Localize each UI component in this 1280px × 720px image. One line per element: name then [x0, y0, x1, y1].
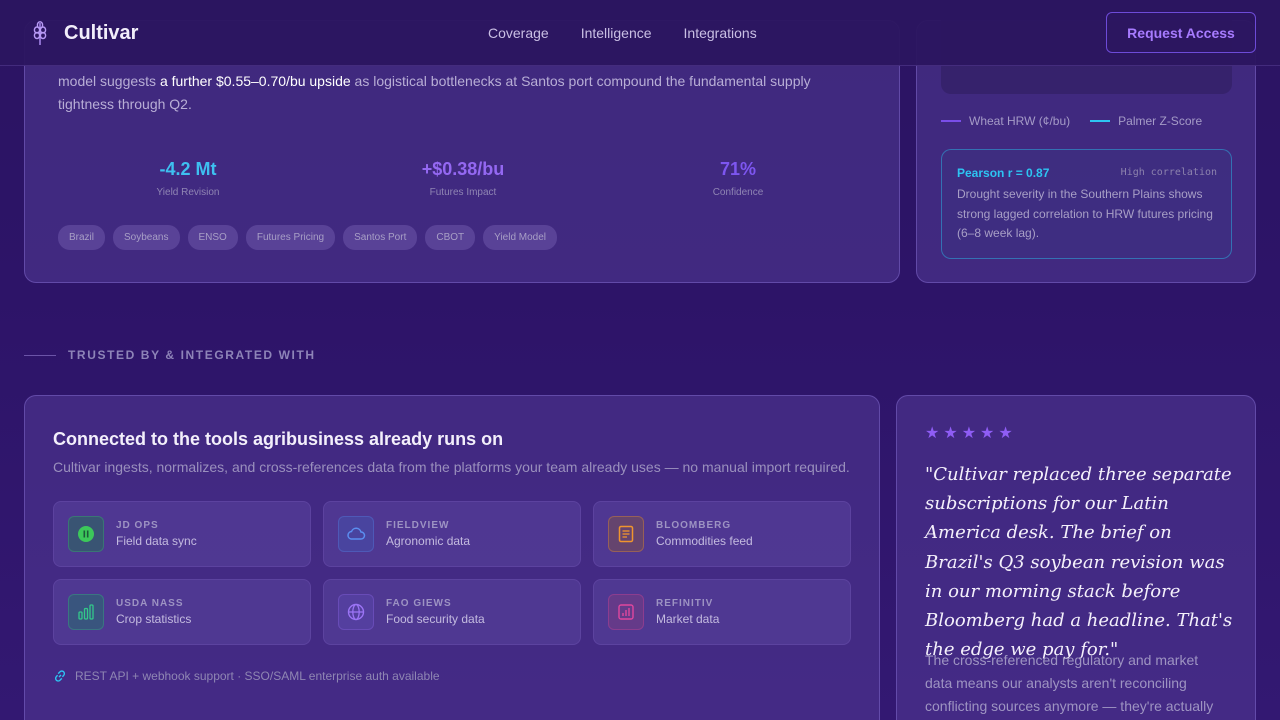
testimonial-body: The cross-referenced regulatory and mark…	[925, 652, 1214, 714]
integrations-footer: REST API + webhook support · SSO/SAML en…	[53, 669, 440, 683]
tag-cbot[interactable]: CBOT	[425, 225, 476, 250]
integration-name: USDA NASS	[116, 598, 184, 609]
request-access-button[interactable]: Request Access	[1106, 12, 1256, 53]
integration-desc: Field data sync	[116, 534, 197, 548]
star-icon: ★	[943, 425, 958, 442]
bar-chart-icon	[68, 594, 104, 630]
stat-futures-impact: +$0.38/bu Futures Impact	[333, 159, 593, 198]
integrations-title: Connected to the tools agribusiness alre…	[53, 429, 504, 449]
correlation-badge: High correlation	[1120, 167, 1217, 178]
legend-swatch	[941, 120, 961, 122]
stat-label: Futures Impact	[429, 187, 497, 198]
integrations-grid: JD OPS Field data sync FIELDVIEW Agronom…	[53, 501, 853, 646]
star-icon: ★	[980, 425, 995, 442]
star-icon: ★	[998, 425, 1013, 442]
integration-desc: Commodities feed	[656, 534, 753, 548]
star-rating: ★ ★ ★ ★ ★	[925, 423, 1013, 443]
trusted-section-header: TRUSTED BY & INTEGRATED WITH	[24, 348, 316, 362]
integration-name: JD OPS	[116, 520, 159, 531]
stat-value: -4.2 Mt	[159, 159, 217, 179]
stat-label: Confidence	[712, 187, 764, 198]
brand-name: Cultivar	[64, 21, 139, 44]
integration-fao-giews[interactable]: FAO GIEWS Food security data	[323, 579, 581, 645]
tag-futures-pricing[interactable]: Futures Pricing	[245, 225, 336, 250]
integration-name: REFINITIV	[656, 598, 714, 609]
nav-links: Coverage Intelligence Integrations	[488, 25, 757, 41]
stat-value: +$0.38/bu	[421, 159, 505, 179]
globe-icon	[338, 594, 374, 630]
nav-link-intelligence[interactable]: Intelligence	[581, 25, 652, 41]
integration-fieldview[interactable]: FIELDVIEW Agronomic data	[323, 501, 581, 567]
legend-label: Wheat HRW (¢/bu)	[969, 114, 1071, 128]
integration-bloomberg[interactable]: BLOOMBERG Commodities feed	[593, 501, 851, 567]
tag-enso[interactable]: ENSO	[187, 225, 238, 250]
terminal-icon	[608, 516, 644, 552]
brief-text: model suggests a further $0.55–0.70/bu u…	[58, 70, 838, 116]
link-icon	[55, 670, 65, 682]
integration-name: BLOOMBERG	[656, 520, 732, 531]
divider	[24, 354, 56, 356]
integration-jd-ops[interactable]: JD OPS Field data sync	[53, 501, 311, 567]
brief-text-before: model suggests	[58, 73, 160, 89]
legend-item-palmer: Palmer Z-Score	[1090, 114, 1202, 128]
integration-name: FAO GIEWS	[386, 598, 452, 609]
legend-item-wheat: Wheat HRW (¢/bu)	[941, 114, 1070, 128]
testimonial-quote: "Cultivar replaced three separate subscr…	[925, 464, 1233, 661]
legend-swatch	[1090, 120, 1111, 122]
brief-stats: -4.2 Mt Yield Revision +$0.38/bu Futures…	[58, 159, 878, 203]
star-icon: ★	[925, 425, 940, 442]
stat-yield-revision: -4.2 Mt Yield Revision	[58, 159, 318, 198]
cloud-icon	[338, 516, 374, 552]
brief-tags: Brazil Soybeans ENSO Futures Pricing San…	[58, 225, 558, 250]
integration-usda-nass[interactable]: USDA NASS Crop statistics	[53, 579, 311, 645]
integration-refinitiv[interactable]: REFINITIV Market data	[593, 579, 851, 645]
nav-link-coverage[interactable]: Coverage	[488, 25, 549, 41]
nav-link-integrations[interactable]: Integrations	[684, 25, 757, 41]
stat-label: Yield Revision	[156, 187, 220, 198]
correlation-body: Drought severity in the Southern Plains …	[957, 187, 1213, 240]
star-icon: ★	[961, 425, 977, 442]
integration-desc: Market data	[656, 612, 720, 626]
legend-label: Palmer Z-Score	[1118, 114, 1203, 128]
stat-confidence: 71% Confidence	[608, 159, 868, 198]
integrations-footer-text: REST API + webhook support · SSO/SAML en…	[75, 669, 440, 683]
correlation-title: Pearson r = 0.87	[957, 166, 1050, 180]
tag-soybeans[interactable]: Soybeans	[113, 225, 180, 250]
stat-value: 71%	[719, 159, 757, 179]
wheat-logo-icon	[33, 21, 47, 45]
tag-yield-model[interactable]: Yield Model	[483, 225, 558, 250]
tag-santos-port[interactable]: Santos Port	[343, 225, 418, 250]
trusted-label: TRUSTED BY & INTEGRATED WITH	[68, 348, 316, 362]
integration-desc: Crop statistics	[116, 612, 192, 626]
brief-text-highlight: a further $0.55–0.70/bu upside	[159, 73, 351, 89]
tag-brazil[interactable]: Brazil	[58, 225, 106, 250]
integrations-card: Connected to the tools agribusiness alre…	[24, 395, 880, 720]
integration-desc: Agronomic data	[386, 534, 471, 548]
brand[interactable]: Cultivar	[30, 20, 138, 46]
chart-legend: Wheat HRW (¢/bu) Palmer Z-Score	[941, 114, 1202, 128]
integration-desc: Food security data	[386, 612, 485, 626]
integration-name: FIELDVIEW	[386, 520, 450, 531]
market-chart-icon	[608, 594, 644, 630]
correlation-box: Pearson r = 0.87 High correlation Drough…	[941, 149, 1232, 259]
john-deere-icon	[68, 516, 104, 552]
top-nav: Cultivar Coverage Intelligence Integrati…	[0, 0, 1280, 66]
testimonial-card: ★ ★ ★ ★ ★ "Cultivar replaced three separ…	[896, 395, 1256, 720]
integrations-subtitle: Cultivar ingests, normalizes, and cross-…	[53, 459, 850, 475]
